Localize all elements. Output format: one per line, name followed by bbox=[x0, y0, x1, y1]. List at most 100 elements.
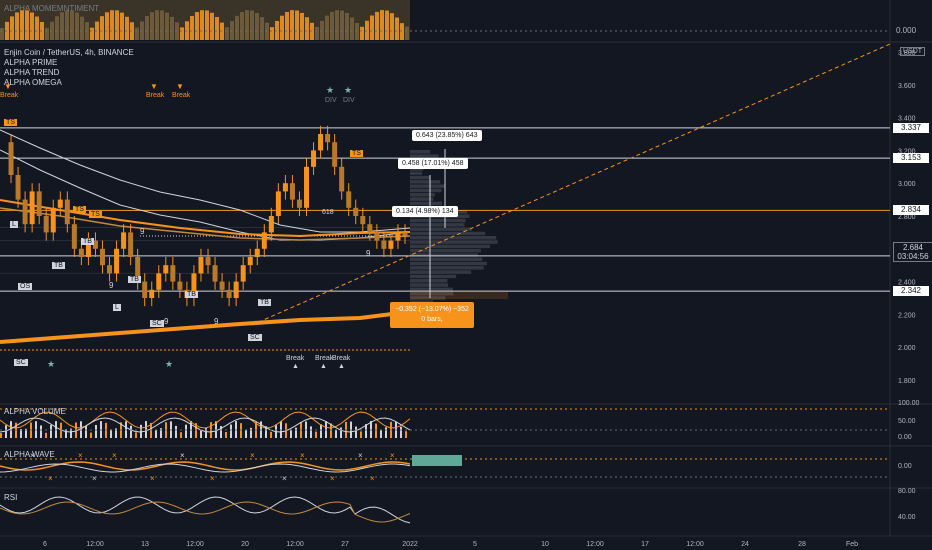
momentum-bar bbox=[120, 12, 124, 40]
cross-marker: × bbox=[300, 451, 305, 460]
price-level-tag: 3.153 bbox=[893, 153, 929, 164]
wave-pane-title[interactable]: ALPHA WAVE bbox=[4, 450, 55, 459]
measure-label-1: 0.643 (23.85%) 643 bbox=[412, 130, 482, 141]
ts-label: TS bbox=[73, 206, 86, 213]
nine-marker: 9 bbox=[109, 281, 114, 290]
volume-bar bbox=[135, 432, 137, 438]
candle-body bbox=[71, 224, 77, 249]
price-tick-label: 1.800 bbox=[898, 378, 916, 385]
volume-bar bbox=[50, 425, 52, 438]
candle-body bbox=[114, 248, 120, 274]
symbol-title[interactable]: Enjin Coin / TetherUS, 4h, BINANCE bbox=[4, 48, 134, 58]
candle-body bbox=[22, 199, 28, 225]
volume-profile-bar bbox=[410, 193, 435, 197]
triangle-down-icon: ▼ bbox=[176, 82, 184, 91]
cross-marker: × bbox=[180, 451, 185, 460]
break-marker: Break bbox=[332, 355, 351, 362]
price-tick-label: 3.000 bbox=[898, 181, 916, 188]
time-tick-label: 17 bbox=[641, 541, 649, 548]
candle-body bbox=[346, 191, 352, 208]
momentum-bar bbox=[330, 11, 334, 40]
momentum-bar bbox=[205, 10, 209, 41]
candle-body bbox=[332, 142, 338, 167]
volume-bar bbox=[245, 429, 247, 438]
candle-body bbox=[240, 265, 246, 282]
volume-bar bbox=[175, 425, 177, 438]
break-marker: Break bbox=[172, 92, 191, 99]
momentum-bar bbox=[20, 10, 24, 40]
price-tick-label: 3.400 bbox=[898, 116, 916, 123]
momentum-bar bbox=[200, 10, 204, 40]
momentum-bar bbox=[70, 10, 74, 40]
candle-body bbox=[374, 232, 380, 241]
cross-marker: × bbox=[92, 474, 97, 483]
indicator-alpha-prime[interactable]: ALPHA PRIME bbox=[4, 58, 134, 68]
volume-bar bbox=[270, 431, 272, 438]
volume-bar bbox=[380, 430, 382, 438]
momentum-bar bbox=[280, 15, 284, 40]
price-level-tag: 2.342 bbox=[893, 286, 929, 297]
candle-body bbox=[57, 199, 63, 208]
nine-marker: 9 bbox=[214, 317, 219, 326]
volume-profile-bar bbox=[410, 175, 430, 180]
volume-profile-bar bbox=[410, 287, 453, 292]
candle-body bbox=[289, 183, 295, 200]
price-level-tag: 2.834 bbox=[893, 205, 929, 216]
volume-profile-bar bbox=[410, 180, 441, 184]
candle-body bbox=[275, 191, 281, 216]
candle-body bbox=[304, 166, 310, 208]
candle-body bbox=[205, 257, 211, 266]
time-tick-label: 12:00 bbox=[186, 541, 204, 548]
chart-canvas[interactable]: 3.8003.6003.4003.2003.0002.8002.6002.400… bbox=[0, 0, 932, 550]
candle-body bbox=[268, 216, 274, 233]
momentum-bar bbox=[115, 10, 119, 40]
candle-body bbox=[233, 281, 239, 298]
momentum-bar bbox=[105, 12, 109, 40]
current-price-tag: 2.684 03:04:56 bbox=[893, 242, 932, 262]
candle-body bbox=[156, 273, 162, 290]
volume-profile-bar bbox=[410, 188, 442, 193]
time-tick-label: 10 bbox=[541, 541, 549, 548]
time-tick-label: Feb bbox=[846, 541, 858, 548]
momentum-bar bbox=[145, 16, 149, 40]
candle-body bbox=[254, 248, 260, 257]
wave-axis-0: 0.00 bbox=[898, 463, 912, 470]
momentum-bar bbox=[275, 20, 279, 40]
measure-label-3: 0.134 (4.98%) 134 bbox=[392, 206, 458, 217]
break-marker: Break bbox=[146, 92, 165, 99]
nine-marker: 9 bbox=[164, 317, 169, 326]
momentum-bar bbox=[10, 16, 14, 40]
volume-profile-bar bbox=[410, 184, 446, 188]
cross-marker: × bbox=[282, 474, 287, 483]
momentum-bar bbox=[340, 10, 344, 40]
volume-bar bbox=[315, 431, 317, 438]
momentum-bar bbox=[45, 27, 49, 40]
momentum-bar bbox=[190, 15, 194, 40]
candle-body bbox=[149, 289, 155, 298]
cross-marker: × bbox=[358, 451, 363, 460]
momentum-bar bbox=[155, 10, 159, 40]
volume-bar bbox=[95, 424, 97, 438]
sc-label: SC bbox=[248, 334, 262, 341]
volume-profile-bar bbox=[410, 244, 490, 249]
rsi-pane-title[interactable]: RSI bbox=[4, 493, 17, 502]
volume-bar bbox=[355, 426, 357, 438]
candle-body bbox=[311, 150, 317, 167]
candle-body bbox=[170, 265, 176, 282]
volume-profile-bar bbox=[410, 283, 449, 287]
volume-bar bbox=[405, 431, 407, 438]
volume-bar bbox=[320, 424, 322, 438]
volume-bar bbox=[85, 425, 87, 438]
volume-profile-bar bbox=[410, 257, 483, 261]
cross-marker: × bbox=[78, 451, 83, 460]
price-level-tag: 3.337 bbox=[893, 122, 929, 133]
currency-label[interactable]: USDT bbox=[900, 47, 926, 56]
indicator-alpha-omega[interactable]: ALPHA OMEGA bbox=[4, 78, 134, 88]
momentum-bar bbox=[390, 13, 394, 41]
volume-pane-title[interactable]: ALPHA VOLUME bbox=[4, 407, 66, 416]
momentum-bar bbox=[305, 17, 309, 40]
indicator-alpha-trend[interactable]: ALPHA TREND bbox=[4, 68, 134, 78]
volume-bar bbox=[250, 427, 252, 438]
volume-bar bbox=[40, 425, 42, 438]
volume-profile-bar bbox=[410, 231, 486, 236]
